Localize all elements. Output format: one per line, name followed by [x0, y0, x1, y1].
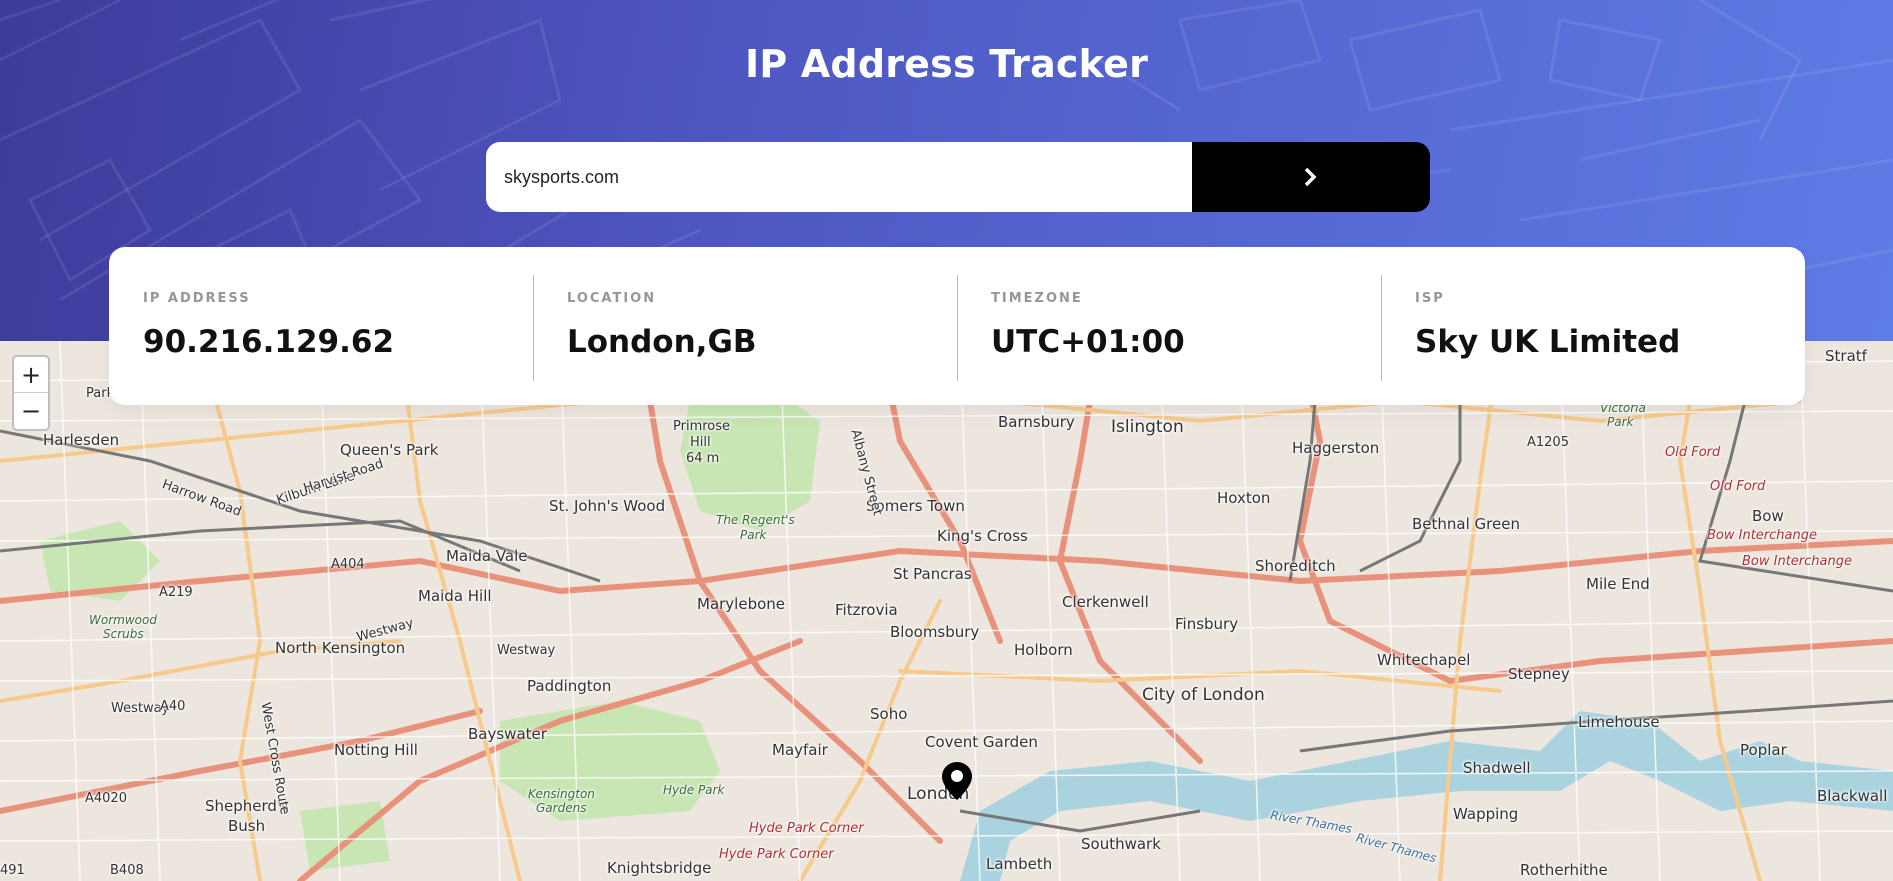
map-label: 491 [0, 863, 25, 878]
map-label: Soho [870, 705, 908, 723]
map-label: Wapping [1453, 805, 1519, 823]
map-label: Hyde Park Corner [719, 847, 834, 862]
map-label: A219 [159, 585, 193, 600]
map-label: Clerkenwell [1062, 593, 1149, 611]
submit-button[interactable] [1192, 142, 1430, 212]
map-label: Bloomsbury [890, 623, 980, 641]
map-label: Rotherhithe [1520, 861, 1608, 879]
map-label: Finsbury [1175, 615, 1239, 633]
map-label: The Regent's [716, 513, 795, 527]
map-label: Maida Hill [418, 587, 492, 605]
location-label: LOCATION [567, 291, 657, 306]
map-label: Maida Vale [446, 547, 528, 565]
isp-label: ISP [1415, 291, 1445, 306]
map-label: Bayswater [468, 725, 547, 743]
ip-address-panel: IP ADDRESS 90.216.129.62 [109, 247, 533, 405]
map-label: Bow [1752, 507, 1784, 525]
map-label: Park [740, 528, 767, 542]
map-label: Hyde Park Corner [749, 821, 864, 836]
location-pin-icon[interactable] [941, 761, 973, 805]
map-label: Hill [690, 435, 711, 450]
map-label: Wormwood [89, 613, 157, 627]
isp-panel: ISP Sky UK Limited [1381, 247, 1805, 405]
map-label: Stepney [1508, 665, 1570, 683]
map-label: 64 m [686, 451, 720, 466]
timezone-value: UTC+01:00 [991, 324, 1185, 360]
info-card: IP ADDRESS 90.216.129.62 LOCATION London… [109, 247, 1805, 405]
map-label: Covent Garden [925, 733, 1038, 751]
map-label: Islington [1111, 417, 1184, 437]
map-label: Old Ford [1665, 445, 1721, 460]
map-label: Queen's Park [340, 441, 439, 459]
zoom-out-button[interactable]: − [14, 393, 48, 429]
map-label: B408 [110, 863, 144, 878]
ip-address-value: 90.216.129.62 [143, 324, 395, 360]
map-label: Primrose [673, 419, 731, 434]
map-label: Bow Interchange [1742, 554, 1852, 569]
map-label: Mayfair [772, 741, 828, 759]
map-label: Stratf [1825, 347, 1867, 365]
map-label: Bush [228, 817, 266, 835]
map-label: Mile End [1586, 575, 1650, 593]
map-label: St. John's Wood [549, 497, 666, 515]
timezone-panel: TIMEZONE UTC+01:00 [957, 247, 1381, 405]
zoom-control: + − [12, 355, 50, 431]
map-label: Gardens [536, 801, 587, 815]
page-title: IP Address Tracker [744, 42, 1149, 86]
map-label: Southwark [1081, 835, 1161, 853]
map-label: Bow Interchange [1707, 528, 1817, 543]
map-label: Hoxton [1217, 489, 1271, 507]
map-label: Limehouse [1578, 713, 1660, 731]
map-label: Marylebone [697, 595, 786, 613]
map-label: Lambeth [986, 855, 1053, 873]
map-label: Harlesden [43, 431, 120, 449]
map-label: Fitzrovia [835, 601, 898, 619]
ip-address-label: IP ADDRESS [143, 291, 251, 306]
map-label: St Pancras [893, 565, 972, 583]
map-label: Westway [497, 643, 556, 658]
search-input[interactable] [486, 142, 1192, 212]
map-label: Notting Hill [334, 741, 418, 759]
map-label: Shadwell [1463, 759, 1531, 777]
map-label: Haggerston [1292, 439, 1380, 457]
map-label: Shoreditch [1255, 557, 1336, 575]
zoom-in-button[interactable]: + [14, 357, 48, 393]
map-label: Paddington [527, 677, 612, 695]
isp-value: Sky UK Limited [1415, 324, 1681, 360]
map-label: Park [1607, 415, 1634, 429]
map-label: Knightsbridge [607, 859, 712, 877]
map-label: Holborn [1014, 641, 1073, 659]
map-label: Scrubs [103, 627, 144, 641]
map-label: Blackwall [1817, 787, 1888, 805]
map-label: King's Cross [937, 527, 1028, 545]
map-label: Whitechapel [1377, 651, 1471, 669]
map-label: A404 [331, 557, 365, 572]
map-label: City of London [1142, 685, 1265, 705]
map-label: Barnsbury [998, 413, 1075, 431]
map-label: Old Ford [1710, 479, 1766, 494]
map-label: Poplar [1740, 741, 1787, 759]
timezone-label: TIMEZONE [991, 291, 1083, 306]
location-panel: LOCATION London,GB [533, 247, 957, 405]
map-label: A1205 [1527, 435, 1569, 450]
search-form [486, 142, 1430, 212]
map-label: Bethnal Green [1412, 515, 1520, 533]
map-label: A40 [160, 699, 186, 714]
map-label: A4020 [85, 791, 127, 806]
map-label: Hyde Park [663, 783, 725, 797]
map-label: Kensington [528, 787, 595, 801]
chevron-right-icon [1304, 167, 1317, 187]
location-value: London,GB [567, 324, 757, 360]
map-label: North Kensington [275, 639, 406, 657]
